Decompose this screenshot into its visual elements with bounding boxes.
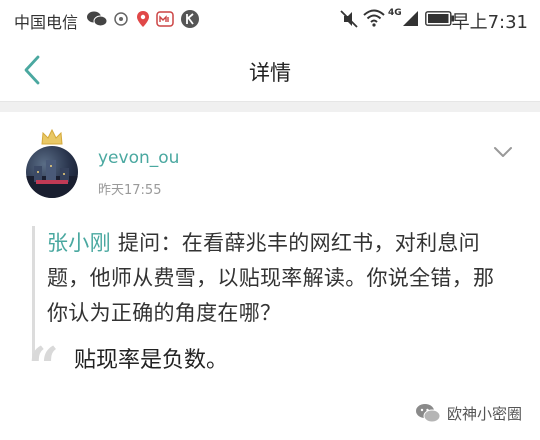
quoted-question: 张小刚 提问：在看薛兆丰的网红书，对利息问题，他师从费雪，以贴现率解读。你说全错… (32, 226, 510, 358)
page-title: 详情 (249, 61, 291, 85)
mute-icon (340, 10, 358, 28)
expand-button[interactable] (492, 144, 514, 160)
app-badge-icon (156, 11, 174, 27)
carrier-label: 中国电信 (14, 13, 79, 32)
map-pin-icon (137, 11, 149, 27)
watermark: 欧神小密圈 (415, 400, 522, 426)
wifi-icon (363, 9, 385, 27)
chevron-down-icon (494, 147, 512, 157)
avatar[interactable] (26, 146, 78, 198)
answer-text: 贴现率是负数。 (74, 348, 229, 373)
avatar-image (26, 160, 78, 198)
crown-icon (41, 128, 63, 145)
wechat-bubble-icon (415, 404, 441, 423)
section-divider (0, 102, 540, 112)
quote-mark-icon: “ (28, 335, 60, 399)
author-avatar-group[interactable] (26, 128, 88, 198)
status-bar: 中国电信 4G 早上7:31 (0, 0, 540, 38)
answer-row: “ 贴现率是负数。 (28, 340, 508, 394)
quoted-author-name[interactable]: 张小刚 (47, 231, 111, 255)
wechat-icon (87, 11, 108, 27)
status-clock: 早上7:31 (451, 12, 528, 33)
k-app-icon (181, 10, 199, 28)
battery-icon (425, 11, 454, 26)
watermark-text: 欧神小密圈 (446, 404, 522, 423)
post-timestamp: 昨天17:55 (98, 183, 162, 198)
signal-icon (403, 11, 418, 26)
author-username[interactable]: yevon_ou (98, 148, 179, 168)
notification-circle-icon (114, 12, 128, 26)
post-card: yevon_ou 昨天17:55 张小刚 提问：在看薛兆丰的网红书，对利息问题，… (0, 112, 540, 440)
quoted-question-body: 提问：在看薛兆丰的网红书，对利息问题，他师从费雪，以贴现率解读。你说全错，那你认… (47, 231, 495, 325)
quoted-question-text: 张小刚 提问：在看薛兆丰的网红书，对利息问题，他师从费雪，以贴现率解读。你说全错… (47, 226, 510, 331)
network-type-label: 4G (388, 8, 402, 18)
nav-bar: 详情 (0, 38, 540, 102)
